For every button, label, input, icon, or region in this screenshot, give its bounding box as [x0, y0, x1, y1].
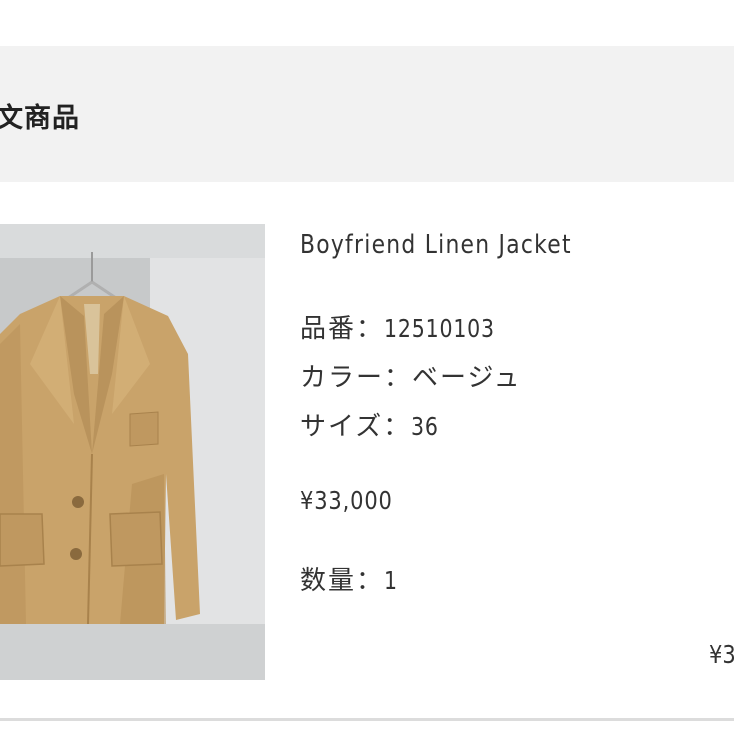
product-image[interactable] [0, 224, 265, 680]
divider [0, 718, 734, 721]
spec-value: ベージュ [412, 363, 522, 393]
subtotal-price: ¥3 [709, 640, 734, 669]
spec-value: 36 [411, 412, 439, 441]
section-title: 文商品 [0, 103, 80, 134]
spec-label: 品番： [300, 314, 385, 344]
spec-size: サイズ：36 [300, 406, 445, 443]
spec-item-number: 品番：12510103 [300, 308, 519, 345]
product-name[interactable]: Boyfriend Linen Jacket [300, 230, 572, 260]
spec-label: サイズ： [300, 412, 412, 442]
quantity: 数量：1 [300, 560, 401, 597]
unit-price: ¥33,000 [300, 486, 393, 515]
quantity-value: 1 [384, 566, 398, 595]
spec-label: カラー： [300, 363, 413, 393]
spec-value: 12510103 [384, 314, 495, 343]
quantity-label: 数量： [300, 566, 385, 596]
section-header [0, 46, 734, 182]
spec-color: カラー：ベージュ [300, 357, 522, 394]
